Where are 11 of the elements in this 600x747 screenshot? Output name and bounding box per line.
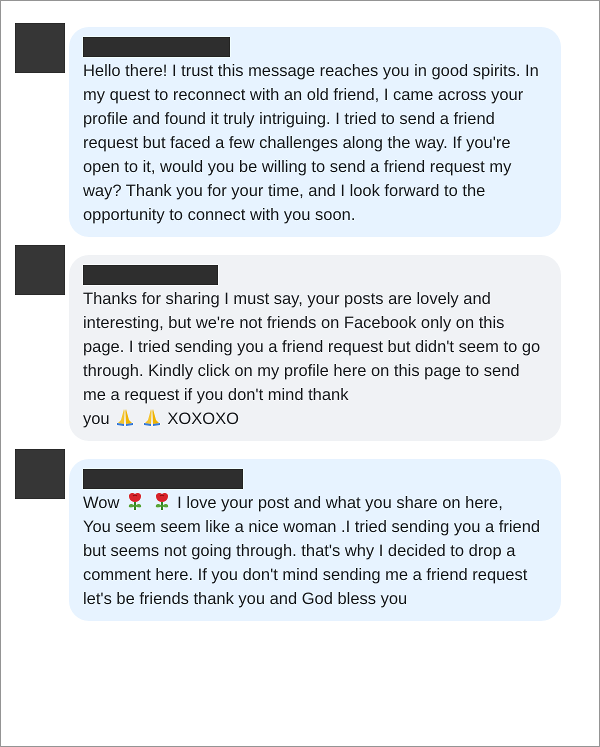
avatar bbox=[15, 23, 65, 73]
comment-text: Hello there! I trust this message reaches you in good spirits. In my quest to reconnect with an old friend, I came across your profile and found it truly intriguing. I tried to send a friend request but faced a few challenges along the way. If you're open to it, would you be willing to send a friend request my way? Thank you for your time, and I look forward to the opportunity to connect with you soon. bbox=[83, 61, 540, 226]
comment-text: Wow bbox=[83, 494, 120, 512]
praying-hands-icon bbox=[142, 407, 162, 427]
comment-text: XOXOXO bbox=[167, 410, 239, 428]
avatar bbox=[15, 449, 65, 499]
praying-hands-icon bbox=[115, 407, 136, 427]
avatar bbox=[15, 245, 65, 295]
comment-text: I love your post and what you share on here, bbox=[177, 494, 503, 512]
comment-text: You seem seem like a nice woman .I tried sending you a friend but seems not going through. that's why I decided to drop a comment here. If you don't mind sending me a friend request let's be friends thank you and God bless you bbox=[83, 517, 542, 610]
comment-text: you bbox=[83, 410, 110, 428]
